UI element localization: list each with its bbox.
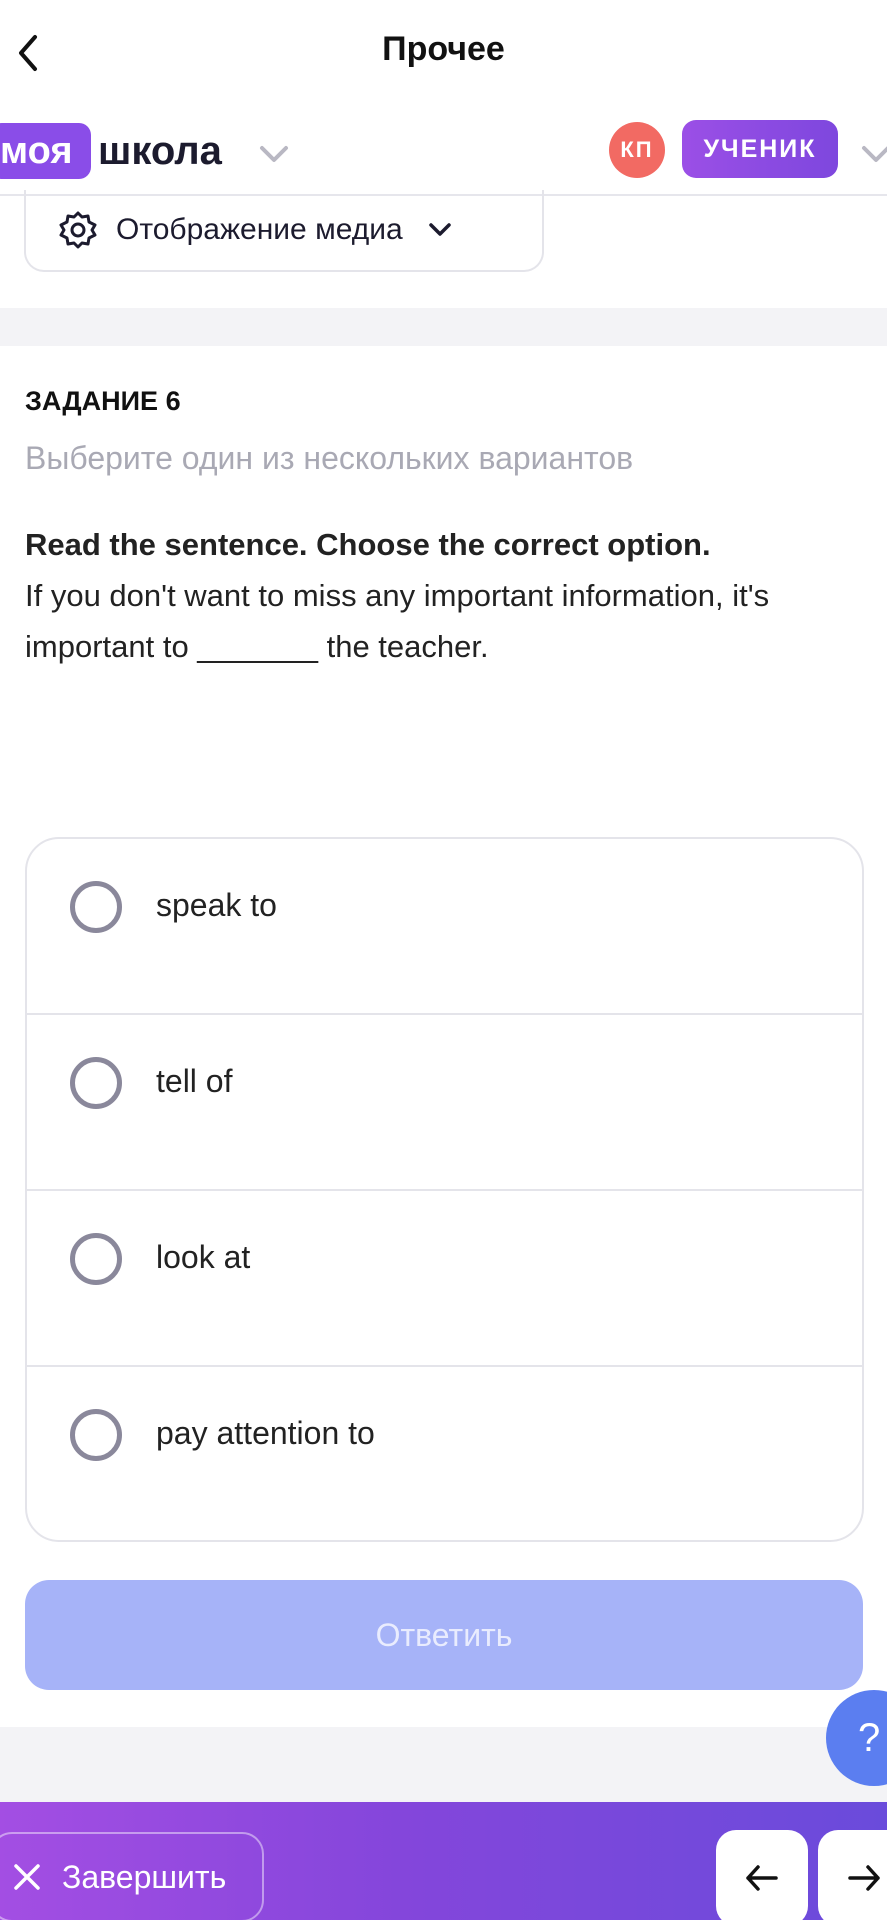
chevron-down-icon[interactable] bbox=[256, 136, 292, 172]
option-speak-to[interactable]: speak to bbox=[27, 839, 862, 1015]
previous-task-button[interactable] bbox=[716, 1830, 808, 1920]
option-label: pay attention to bbox=[156, 1415, 375, 1451]
chevron-down-icon bbox=[428, 223, 451, 236]
task-hint: Выберите один из нескольких вариантов bbox=[25, 440, 634, 476]
task-number: ЗАДАНИЕ 6 bbox=[25, 386, 181, 416]
radio-button[interactable] bbox=[70, 1233, 122, 1285]
media-display-label: Отображение медиа bbox=[116, 213, 403, 246]
option-label: speak to bbox=[156, 887, 277, 923]
finish-button[interactable]: Завершить bbox=[0, 1832, 264, 1920]
page-title: Прочее bbox=[382, 30, 505, 68]
media-display-dropdown[interactable]: Отображение медиа bbox=[24, 190, 544, 272]
answer-options: speak to tell of look at pay attention t… bbox=[25, 837, 864, 1542]
logo-pill: моя bbox=[0, 123, 91, 179]
question-instruction: Read the sentence. Choose the correct op… bbox=[25, 527, 711, 562]
radio-button[interactable] bbox=[70, 1057, 122, 1109]
radio-button[interactable] bbox=[70, 1409, 122, 1461]
option-look-at[interactable]: look at bbox=[27, 1191, 862, 1367]
section-divider bbox=[0, 308, 887, 346]
next-task-button[interactable] bbox=[818, 1830, 887, 1920]
bottom-bar: Завершить bbox=[0, 1802, 887, 1920]
option-label: look at bbox=[156, 1239, 251, 1275]
logo-text: школа bbox=[98, 129, 222, 173]
arrow-right-icon bbox=[848, 1865, 880, 1891]
app-header: моя школа КП УЧЕНИК bbox=[0, 108, 887, 196]
arrow-left-icon bbox=[746, 1865, 778, 1891]
gear-icon bbox=[59, 211, 97, 249]
question-text: Read the sentence. Choose the correct op… bbox=[25, 519, 865, 672]
top-nav: Прочее bbox=[0, 0, 887, 108]
chevron-down-icon[interactable] bbox=[858, 136, 887, 172]
option-tell-of[interactable]: tell of bbox=[27, 1015, 862, 1191]
avatar[interactable]: КП bbox=[609, 122, 665, 178]
question-sentence: If you don't want to miss any important … bbox=[25, 578, 770, 664]
submit-button[interactable]: Ответить bbox=[25, 1580, 863, 1690]
radio-button[interactable] bbox=[70, 881, 122, 933]
section-divider bbox=[0, 1727, 887, 1802]
option-label: tell of bbox=[156, 1063, 233, 1099]
option-pay-attention-to[interactable]: pay attention to bbox=[27, 1367, 862, 1540]
role-badge[interactable]: УЧЕНИК bbox=[682, 120, 838, 178]
close-icon bbox=[14, 1864, 40, 1890]
finish-label: Завершить bbox=[62, 1858, 227, 1895]
